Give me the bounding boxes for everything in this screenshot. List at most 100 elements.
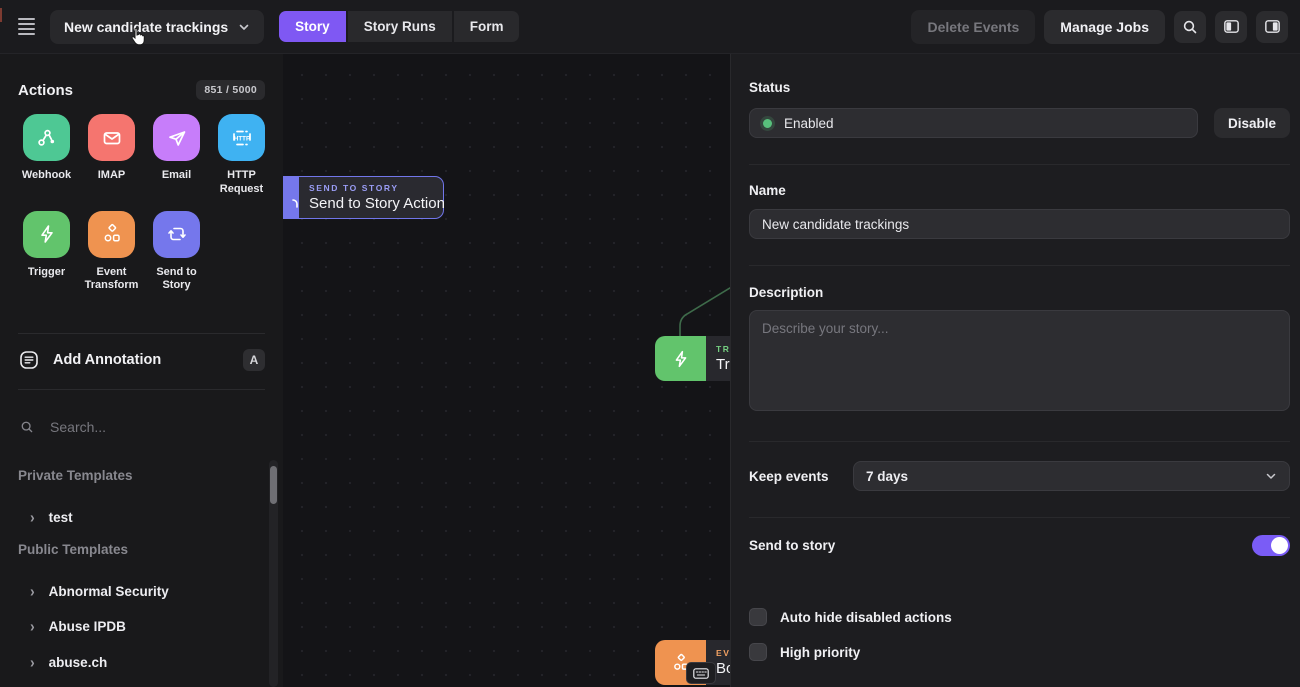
- action-tile-label: Webhook: [22, 169, 71, 183]
- keep-events-select[interactable]: 7 days: [853, 461, 1290, 491]
- sidebar-scrollbar-thumb[interactable]: [270, 466, 277, 504]
- tab-story[interactable]: Story: [279, 11, 348, 42]
- topbar: New candidate trackings Story Story Runs…: [0, 0, 1300, 54]
- chevron-right-icon: ›: [30, 582, 35, 600]
- public-templates-header: Public Templates: [18, 542, 128, 557]
- sidebar-divider: [18, 389, 265, 390]
- actions-sidebar: Actions 851 / 5000 Webhook: [0, 54, 283, 687]
- sidebar-search: [20, 414, 265, 440]
- annotation-shortcut-badge: A: [243, 349, 265, 371]
- action-tile-label: HTTP Request: [211, 169, 273, 197]
- http-icon: HTTP: [229, 125, 255, 151]
- search-button[interactable]: [1174, 11, 1206, 43]
- action-tile-label: Trigger: [28, 266, 65, 280]
- private-templates-header: Private Templates: [18, 468, 133, 483]
- node-icon-block: [283, 176, 299, 219]
- template-label: Abuse IPDB: [49, 619, 126, 634]
- status-value: Enabled: [784, 116, 834, 131]
- svg-text:HTTP: HTTP: [233, 135, 249, 142]
- action-tile-grid: Webhook IMAP Email: [14, 114, 274, 293]
- panel-divider: [749, 441, 1290, 442]
- template-item-abuse-ipdb[interactable]: › Abuse IPDB: [30, 613, 259, 639]
- template-label: Abnormal Security: [49, 584, 169, 599]
- event-count-badge: [686, 662, 716, 684]
- template-label: abuse.ch: [49, 655, 108, 670]
- topbar-actions: Delete Events Manage Jobs: [911, 10, 1300, 44]
- story-name-input[interactable]: [749, 209, 1290, 239]
- edge-artifact: [0, 8, 2, 22]
- sidebar-divider: [18, 333, 265, 334]
- template-item-test[interactable]: › test: [30, 504, 259, 530]
- status-row: Enabled Disable: [749, 108, 1290, 138]
- action-tile-imap[interactable]: IMAP: [79, 114, 144, 197]
- right-panel-icon: [1263, 17, 1282, 36]
- action-tile-send-to-story[interactable]: Send to Story: [144, 211, 209, 294]
- node-name: Send to Story Action: [309, 195, 433, 212]
- story-canvas[interactable]: SEND TO STORY Send to Story Action TRIGG…: [283, 54, 730, 687]
- disable-button[interactable]: Disable: [1214, 108, 1290, 138]
- chevron-down-icon: [238, 21, 250, 33]
- template-item-abuse-ch[interactable]: › abuse.ch: [30, 649, 259, 675]
- chevron-right-icon: ›: [30, 653, 35, 671]
- delete-events-button[interactable]: Delete Events: [911, 10, 1035, 44]
- node-name: Bot: [716, 660, 730, 677]
- panel-divider: [749, 265, 1290, 266]
- envelope-icon: [100, 126, 124, 150]
- app-root: New candidate trackings Story Story Runs…: [0, 0, 1300, 687]
- action-tile-event-transform[interactable]: Event Transform: [79, 211, 144, 294]
- keep-events-row: Keep events 7 days: [749, 461, 1290, 491]
- annotation-note-icon: [18, 349, 40, 371]
- send-to-story-row: Send to story: [749, 535, 1290, 556]
- hamburger-menu-button[interactable]: [10, 11, 42, 43]
- chevron-right-icon: ›: [30, 508, 35, 526]
- connector-incoming: [680, 280, 730, 336]
- node-type-label: EVENT TRANSFORM: [716, 648, 730, 658]
- action-tile-http-request[interactable]: HTTP HTTP Request: [209, 114, 274, 197]
- action-tile-label: Email: [162, 169, 191, 183]
- bolt-icon: [35, 222, 59, 246]
- loop-icon: [283, 176, 299, 219]
- status-value-pill: Enabled: [749, 108, 1198, 138]
- left-panel-toggle-button[interactable]: [1215, 11, 1247, 43]
- tab-story-runs[interactable]: Story Runs: [348, 11, 454, 42]
- search-icon: [1182, 19, 1198, 35]
- actions-title: Actions: [18, 82, 73, 99]
- action-tile-webhook[interactable]: Webhook: [14, 114, 79, 197]
- node-icon-block: [655, 336, 706, 381]
- manage-jobs-button[interactable]: Manage Jobs: [1044, 10, 1165, 44]
- action-tile-label: Send to Story: [146, 266, 208, 294]
- hamburger-icon: [18, 18, 35, 35]
- auto-hide-checkbox[interactable]: [749, 608, 767, 626]
- left-panel-icon: [1222, 17, 1241, 36]
- node-send-to-story-action[interactable]: SEND TO STORY Send to Story Action: [283, 176, 444, 219]
- story-selector-dropdown[interactable]: New candidate trackings: [50, 10, 264, 44]
- tab-form[interactable]: Form: [454, 11, 520, 42]
- send-to-story-toggle[interactable]: [1252, 535, 1290, 556]
- node-type-label: TRIGGER: [716, 344, 730, 354]
- option-high-priority: High priority: [749, 642, 1290, 662]
- panel-divider: [749, 517, 1290, 518]
- node-trigger[interactable]: TRIGGER Trigger: [655, 336, 730, 381]
- action-tile-email[interactable]: Email: [144, 114, 209, 197]
- story-description-textarea[interactable]: [749, 310, 1290, 411]
- node-name: Trigger: [716, 356, 730, 373]
- story-selector-label: New candidate trackings: [64, 19, 228, 35]
- status-label: Status: [749, 80, 790, 95]
- option-label: Auto hide disabled actions: [780, 610, 952, 625]
- high-priority-checkbox[interactable]: [749, 643, 767, 661]
- chevron-down-icon: [1265, 470, 1277, 482]
- option-label: High priority: [780, 645, 860, 660]
- view-tabs: Story Story Runs Form: [279, 11, 519, 42]
- paper-plane-icon: [165, 126, 189, 150]
- search-input[interactable]: [50, 419, 265, 435]
- template-item-abnormal-security[interactable]: › Abnormal Security: [30, 578, 259, 604]
- add-annotation-button[interactable]: Add Annotation A: [18, 345, 265, 375]
- toggle-knob: [1271, 537, 1288, 554]
- add-annotation-label: Add Annotation: [53, 352, 161, 368]
- right-panel-toggle-button[interactable]: [1256, 11, 1288, 43]
- send-to-story-label: Send to story: [749, 538, 835, 553]
- keep-events-value: 7 days: [866, 469, 908, 484]
- description-label: Description: [749, 285, 823, 300]
- action-tile-trigger[interactable]: Trigger: [14, 211, 79, 294]
- search-icon: [20, 419, 34, 435]
